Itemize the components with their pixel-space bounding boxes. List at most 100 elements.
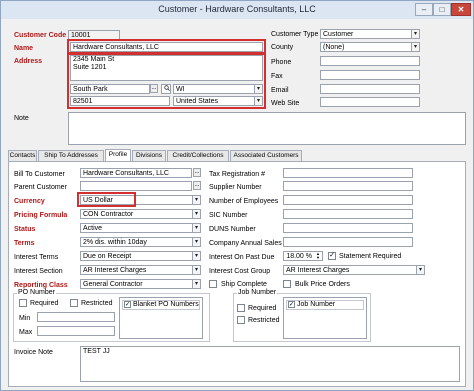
interest-cost-group-select[interactable]: AR Interest Charges ▾ bbox=[283, 265, 425, 275]
parent-customer-label: Parent Customer bbox=[14, 184, 67, 191]
terms-label: Terms bbox=[14, 240, 35, 247]
po-numbers-list[interactable]: ✓ Blanket PO Numbers bbox=[119, 297, 203, 339]
interest-on-past-due-value: 18.00 % bbox=[286, 253, 312, 260]
currency-dropdown-icon[interactable]: ▾ bbox=[192, 196, 200, 204]
job-number-item-label: Job Number bbox=[297, 301, 336, 308]
terms-select[interactable]: 2% dis. within 10day ▾ bbox=[80, 237, 201, 247]
customer-type-dropdown-icon[interactable]: ▾ bbox=[411, 30, 419, 38]
tab-profile[interactable]: Profile bbox=[105, 149, 131, 161]
address-highlight bbox=[67, 52, 266, 109]
status-dropdown-icon[interactable]: ▾ bbox=[192, 224, 200, 232]
interest-cost-group-dropdown-icon[interactable]: ▾ bbox=[416, 266, 424, 274]
sic-number-label: SIC Number bbox=[209, 212, 248, 219]
po-restricted-label: Restricted bbox=[81, 300, 113, 307]
blanket-po-label: Blanket PO Numbers bbox=[133, 301, 199, 308]
interest-terms-dropdown-icon[interactable]: ▾ bbox=[192, 252, 200, 260]
pricing-formula-label: Pricing Formula bbox=[14, 212, 68, 219]
tab-credit-collections[interactable]: Credit/Collections bbox=[167, 150, 229, 161]
supplier-number-field[interactable] bbox=[283, 181, 413, 191]
fax-field[interactable] bbox=[320, 70, 420, 80]
parent-customer-field[interactable] bbox=[80, 181, 192, 191]
statement-required-label: Statement Required bbox=[339, 253, 402, 260]
phone-field[interactable] bbox=[320, 56, 420, 66]
ship-complete-checkbox[interactable] bbox=[209, 280, 217, 288]
note-label: Note bbox=[14, 115, 29, 122]
interest-cost-group-label: Interest Cost Group bbox=[209, 268, 271, 275]
number-of-employees-field[interactable] bbox=[283, 195, 413, 205]
po-min-field[interactable] bbox=[37, 312, 115, 322]
interest-on-past-due-label: Interest On Past Due bbox=[209, 254, 275, 261]
minimize-button[interactable]: – bbox=[415, 3, 433, 16]
blanket-po-list-item[interactable]: ✓ Blanket PO Numbers bbox=[122, 300, 200, 310]
email-label: Email bbox=[271, 87, 289, 94]
po-restricted-checkbox[interactable] bbox=[70, 299, 78, 307]
note-field[interactable] bbox=[68, 112, 466, 145]
statement-required-checkbox[interactable]: ✓ bbox=[328, 252, 336, 260]
phone-label: Phone bbox=[271, 59, 292, 66]
reporting-class-dropdown-icon[interactable]: ▾ bbox=[192, 280, 200, 288]
bulk-price-orders-checkbox[interactable] bbox=[283, 280, 291, 288]
invoice-note-label: Invoice Note bbox=[14, 349, 53, 356]
name-label: Name bbox=[14, 45, 34, 52]
bulk-price-orders-label: Bulk Price Orders bbox=[295, 281, 350, 288]
tax-registration-field[interactable] bbox=[283, 168, 413, 178]
pricing-formula-select[interactable]: CON Contractor ▾ bbox=[80, 209, 201, 219]
job-number-item-checkbox[interactable]: ✓ bbox=[288, 301, 295, 308]
county-select[interactable]: (None) ▾ bbox=[320, 42, 420, 52]
po-max-field[interactable] bbox=[37, 326, 115, 336]
county-value: (None) bbox=[323, 44, 345, 51]
close-button[interactable]: ✕ bbox=[451, 3, 471, 16]
reporting-class-select[interactable]: General Contractor ▾ bbox=[80, 279, 201, 289]
title-bar: Customer - Hardware Consultants, LLC – □… bbox=[1, 1, 473, 19]
status-select[interactable]: Active ▾ bbox=[80, 223, 201, 233]
job-number-list-item[interactable]: ✓ Job Number bbox=[286, 300, 364, 310]
job-required-checkbox[interactable] bbox=[237, 304, 245, 312]
interest-section-value: AR Interest Charges bbox=[83, 267, 147, 274]
interest-terms-value: Due on Receipt bbox=[83, 253, 132, 260]
po-required-checkbox[interactable] bbox=[19, 299, 27, 307]
status-label: Status bbox=[14, 226, 36, 233]
fax-label: Fax bbox=[271, 73, 283, 80]
bill-to-customer-label: Bill To Customer bbox=[14, 171, 65, 178]
tab-associated-customers[interactable]: Associated Customers bbox=[230, 150, 302, 161]
bill-to-customer-field[interactable]: Hardware Consultants, LLC bbox=[80, 168, 192, 178]
customer-type-value: Customer bbox=[323, 31, 354, 38]
interest-cost-group-value: AR Interest Charges bbox=[286, 267, 350, 274]
company-annual-sales-field[interactable] bbox=[283, 237, 413, 247]
job-numbers-list[interactable]: ✓ Job Number bbox=[283, 297, 367, 339]
job-restricted-label: Restricted bbox=[248, 317, 280, 324]
job-restricted-checkbox[interactable] bbox=[237, 316, 245, 324]
currency-label: Currency bbox=[14, 198, 45, 205]
maximize-button[interactable]: □ bbox=[433, 3, 451, 16]
status-value: Active bbox=[83, 225, 103, 232]
interest-section-label: Interest Section bbox=[14, 268, 63, 275]
tax-registration-label: Tax Registration # bbox=[209, 171, 266, 178]
website-field[interactable] bbox=[320, 97, 420, 107]
invoice-note-field[interactable]: TEST JJ bbox=[80, 346, 460, 382]
sic-number-field[interactable] bbox=[283, 209, 413, 219]
duns-number-label: DUNS Number bbox=[209, 226, 256, 233]
duns-number-field[interactable] bbox=[283, 223, 413, 233]
county-label: County bbox=[271, 44, 294, 51]
terms-dropdown-icon[interactable]: ▾ bbox=[192, 238, 200, 246]
ship-complete-label: Ship Complete bbox=[221, 281, 267, 288]
interest-section-dropdown-icon[interactable]: ▾ bbox=[192, 266, 200, 274]
po-max-label: Max bbox=[19, 329, 33, 336]
tab-ship-to-addresses[interactable]: Ship To Addresses bbox=[38, 150, 104, 161]
parent-lookup-button[interactable]: ... bbox=[193, 181, 201, 190]
tab-contacts[interactable]: Contacts bbox=[8, 150, 37, 161]
email-field[interactable] bbox=[320, 84, 420, 94]
customer-type-select[interactable]: Customer ▾ bbox=[320, 29, 420, 39]
terms-value: 2% dis. within 10day bbox=[83, 239, 147, 246]
pricing-formula-dropdown-icon[interactable]: ▾ bbox=[192, 210, 200, 218]
bill-to-lookup-button[interactable]: ... bbox=[193, 168, 201, 177]
interest-on-past-due-field[interactable]: 18.00 % ▲ ▼ bbox=[283, 251, 323, 261]
tab-divisions[interactable]: Divisions bbox=[132, 150, 166, 161]
spin-down-icon[interactable]: ▼ bbox=[314, 256, 322, 260]
po-min-label: Min bbox=[19, 315, 31, 322]
interest-section-select[interactable]: AR Interest Charges ▾ bbox=[80, 265, 201, 275]
interest-terms-select[interactable]: Due on Receipt ▾ bbox=[80, 251, 201, 261]
blanket-po-checkbox[interactable]: ✓ bbox=[124, 301, 131, 308]
customer-code-label: Customer Code bbox=[14, 32, 67, 39]
county-dropdown-icon[interactable]: ▾ bbox=[411, 43, 419, 51]
